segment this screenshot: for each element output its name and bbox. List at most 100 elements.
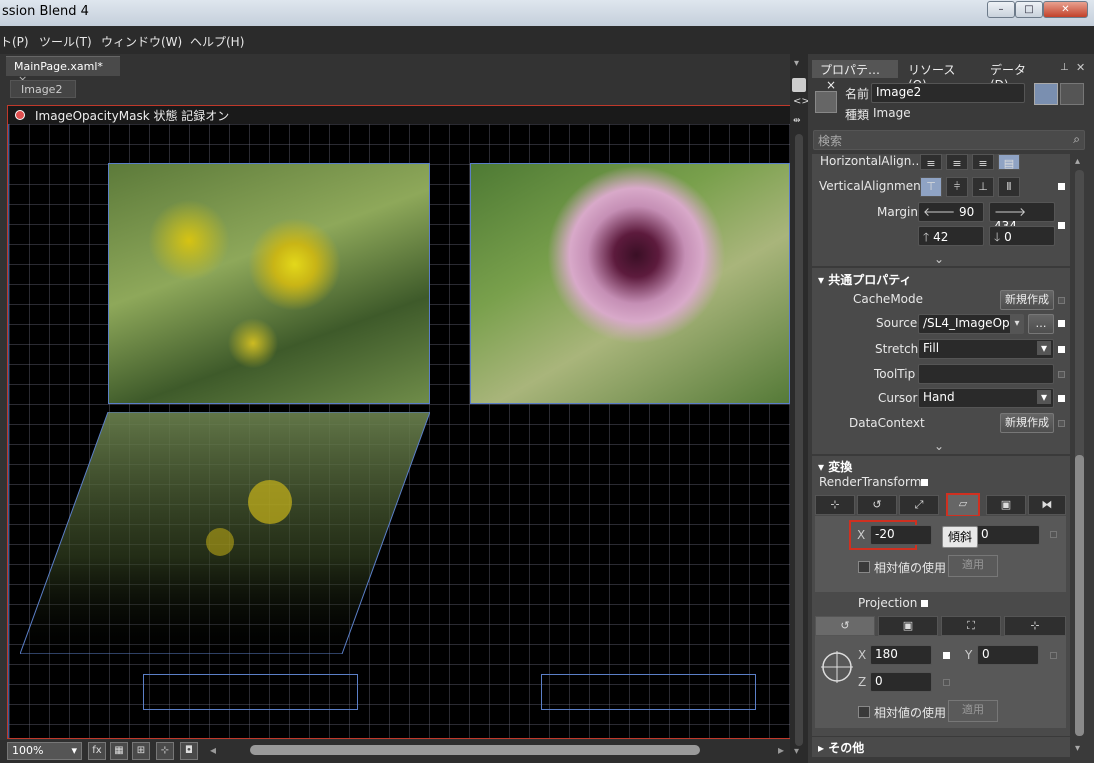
rotate-tab-icon[interactable]: ↺ (857, 495, 897, 515)
cachemode-new-button[interactable]: 新規作成 (1000, 290, 1054, 310)
name-input[interactable]: Image2 (871, 83, 1025, 103)
advanced-marker-icon[interactable] (921, 600, 928, 607)
tab-data[interactable]: データ(D) (982, 60, 1052, 92)
advanced-marker-icon[interactable] (1058, 320, 1065, 327)
image-rapeseed[interactable] (108, 163, 430, 404)
advanced-marker-icon[interactable] (1058, 222, 1065, 229)
margin-left-input[interactable]: 🡐 90 (918, 202, 984, 222)
cursor-select[interactable]: Hand ▾ (918, 388, 1054, 408)
maximize-button[interactable]: □ (1015, 1, 1043, 18)
valign-stretch-icon[interactable]: Ⅱ (998, 177, 1020, 197)
center-point-tab-icon[interactable]: ▣ (986, 495, 1026, 515)
advanced-marker-icon[interactable] (1058, 420, 1065, 427)
valign-center-icon[interactable]: ⫩ (946, 177, 968, 197)
transform-header[interactable]: ▾ 変換 (818, 458, 852, 475)
record-icon[interactable] (15, 110, 25, 120)
valign-bottom-icon[interactable]: ⊥ (972, 177, 994, 197)
events-view-icon[interactable] (1060, 83, 1084, 105)
tab-properties[interactable]: プロパテ… × (812, 60, 898, 92)
placeholder-rect-left[interactable] (143, 674, 358, 710)
scroll-down-icon[interactable]: ▾ (794, 746, 799, 757)
vertical-scrollbar[interactable] (795, 134, 803, 746)
tab-close-icon[interactable]: × (826, 78, 836, 92)
scroll-left-icon[interactable]: ◂ (210, 743, 216, 757)
menu-tools[interactable]: ツール(T) (39, 33, 92, 50)
datacontext-new-button[interactable]: 新規作成 (1000, 413, 1054, 433)
advanced-marker-icon[interactable] (1050, 531, 1057, 538)
menu-help[interactable]: ヘルプ(H) (190, 33, 244, 50)
projection-x-input[interactable]: 180 (870, 645, 932, 665)
horizontal-scrollbar[interactable] (250, 745, 700, 755)
translate-tab-icon[interactable]: ⊹ (815, 495, 855, 515)
collapse-icon[interactable]: ▾ (794, 58, 799, 69)
stretch-select[interactable]: Fill ▾ (918, 339, 1054, 359)
document-tab[interactable]: MainPage.xaml* × (6, 56, 120, 86)
advanced-marker-icon[interactable] (1058, 346, 1065, 353)
panel-scroll-down-icon[interactable]: ▾ (1075, 743, 1080, 754)
projection-center-tab-icon[interactable]: ▣ (878, 616, 938, 636)
expand-chevron-icon[interactable]: ⌄ (934, 252, 944, 266)
apply-button-2[interactable]: 適用 (948, 700, 998, 722)
panel-close-icon[interactable]: ✕ (1076, 61, 1085, 74)
view-toggle-icon[interactable] (792, 78, 806, 92)
apply-button[interactable]: 適用 (948, 555, 998, 577)
image-poppy[interactable] (470, 163, 790, 404)
projection-y-input[interactable]: 0 (977, 645, 1039, 665)
breadcrumb[interactable]: Image2 (10, 80, 76, 98)
search-input[interactable]: 検索 ⌕ (813, 130, 1085, 150)
advanced-marker-icon[interactable] (1058, 371, 1065, 378)
pin-icon[interactable]: ⊥ (1060, 62, 1069, 73)
advanced-marker-icon[interactable] (1058, 395, 1065, 402)
other-header[interactable]: ▸ その他 (818, 739, 864, 756)
snap-grid-icon[interactable]: ⊞ (132, 742, 150, 760)
fx-icon[interactable]: fx (88, 742, 106, 760)
placeholder-rect-right[interactable] (541, 674, 756, 710)
chevron-down-icon[interactable]: ▾ (1010, 315, 1024, 333)
projection-z-input[interactable]: 0 (870, 672, 932, 692)
crosshair-icon[interactable] (821, 651, 853, 683)
split-icon[interactable]: ⇹ (793, 116, 801, 126)
margin-bottom-input[interactable]: 🡓 0 (989, 226, 1055, 246)
relative-checkbox-2[interactable] (858, 706, 870, 718)
align-left-icon[interactable]: ≡ (920, 154, 942, 170)
minimize-button[interactable]: – (987, 1, 1015, 18)
advanced-marker-icon[interactable] (943, 652, 950, 659)
panel-scrollbar-thumb[interactable] (1075, 455, 1084, 736)
advanced-marker-icon[interactable] (1058, 297, 1065, 304)
panel-scroll-up-icon[interactable]: ▴ (1075, 156, 1080, 167)
scroll-right-icon[interactable]: ▸ (778, 743, 784, 757)
snap-lines-icon[interactable]: ⊹ (156, 742, 174, 760)
tooltip-input[interactable] (918, 364, 1054, 384)
source-select[interactable]: /SL4_ImageOpa (918, 314, 1024, 334)
align-stretch-icon[interactable]: ▤ (998, 154, 1020, 170)
margin-top-input[interactable]: 🡑 42 (918, 226, 984, 246)
advanced-marker-icon[interactable] (943, 679, 950, 686)
browse-button[interactable]: … (1028, 314, 1054, 334)
align-right-icon[interactable]: ≡ (972, 154, 994, 170)
projection-global-tab-icon[interactable]: ⛶ (941, 616, 1001, 636)
scale-tab-icon[interactable]: ⤢ (899, 495, 939, 515)
close-button[interactable]: ✕ (1043, 1, 1088, 18)
skew-y-input[interactable]: 0 (976, 525, 1040, 545)
advanced-marker-icon[interactable] (1050, 652, 1057, 659)
projection-local-tab-icon[interactable]: ⊹ (1004, 616, 1066, 636)
align-center-icon[interactable]: ≡ (946, 154, 968, 170)
projection-rotate-tab-icon[interactable]: ↺ (815, 616, 875, 636)
advanced-marker-icon[interactable] (921, 479, 928, 486)
menu-window[interactable]: ウィンドウ(W) (101, 33, 182, 50)
annotation-icon[interactable]: ◘ (180, 742, 198, 760)
valign-top-icon[interactable]: ⊤ (920, 177, 942, 197)
flip-tab-icon[interactable]: ⧓ (1028, 495, 1066, 515)
properties-view-icon[interactable] (1034, 83, 1058, 105)
expand-chevron-icon[interactable]: ⌄ (934, 439, 944, 453)
skew-x-input[interactable]: -20 (870, 525, 932, 545)
margin-right-input[interactable]: 🡒 434 (989, 202, 1055, 233)
menu-project[interactable]: ト(P) (0, 33, 29, 50)
grid-icon[interactable]: ▦ (110, 742, 128, 760)
tab-resources[interactable]: リソース(O) (900, 60, 980, 92)
common-properties-header[interactable]: ▾ 共通プロパティ (818, 271, 911, 288)
advanced-marker-icon[interactable] (1058, 183, 1065, 190)
image-skewed[interactable] (20, 412, 430, 654)
relative-checkbox[interactable] (858, 561, 870, 573)
skew-tab-icon[interactable]: ▱ (946, 493, 980, 517)
